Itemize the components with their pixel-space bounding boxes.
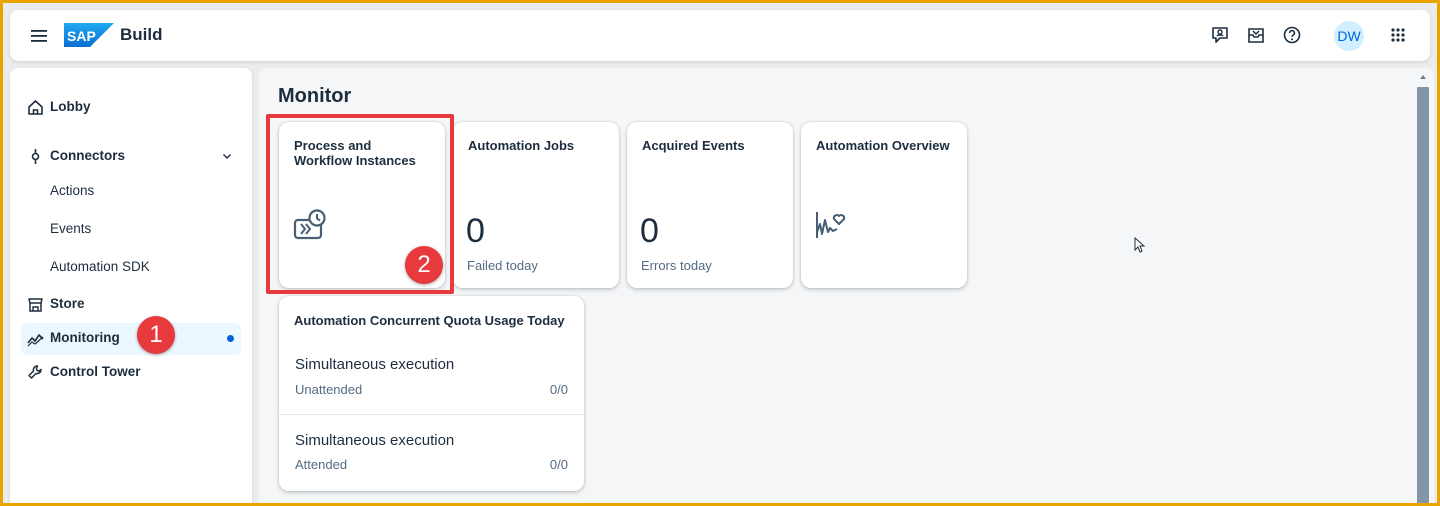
svg-text:SAP: SAP [67,28,96,44]
sidebar-item-label: Monitoring [50,330,120,345]
app-launcher-icon[interactable] [1387,24,1409,46]
sidebar-item-store[interactable]: Store [21,289,241,319]
tile-kpi-value: 0 [466,212,485,250]
sidebar-item-connectors[interactable]: Connectors [21,141,241,171]
tile-footer: Failed today [467,258,538,273]
inbox-icon[interactable] [1245,24,1267,46]
tile-automation-overview[interactable]: Automation Overview [801,122,967,288]
chevron-down-icon[interactable] [221,150,233,162]
quota-row-type: Unattended [295,382,363,397]
tile-automation-jobs[interactable]: Automation Jobs 0 Failed today [453,122,619,288]
sidebar-item-label: Connectors [50,148,126,163]
user-avatar[interactable]: DW [1334,21,1364,51]
scrollbar-thumb[interactable] [1417,87,1429,503]
mouse-cursor-icon [1134,237,1146,253]
tile-acquired-events[interactable]: Acquired Events 0 Errors today [627,122,793,288]
menu-icon[interactable] [28,25,50,47]
shell-header: SAP Build DW [10,10,1430,61]
sidebar-item-label: Control Tower [50,364,141,379]
product-name: Build [120,25,163,44]
sidebar-item-label: Store [50,296,85,311]
help-icon[interactable] [1281,24,1303,46]
store-icon [28,298,43,312]
sidebar-item-label: Lobby [50,99,91,114]
divider [279,414,584,415]
scroll-up-icon[interactable] [1419,73,1427,81]
tile-footer: Errors today [641,258,712,273]
quota-row-type: Attended [295,457,348,472]
sidebar-subitem-actions[interactable]: Actions [50,183,94,198]
quota-row-title: Simultaneous execution [295,356,455,373]
card-quota-usage: Automation Concurrent Quota Usage Today … [279,296,584,491]
sidebar-subitem-events[interactable]: Events [50,221,91,236]
step-badge-2: 2 [405,246,443,284]
sidebar-item-lobby[interactable]: Lobby [21,92,241,122]
feedback-icon[interactable] [1209,24,1231,46]
tile-title: Automation Jobs [468,138,575,153]
app-frame: SAP Build DW Lobby Connectors Actions Ev… [3,3,1437,503]
sap-logo[interactable]: SAP [64,23,114,47]
page-title: Monitor [278,85,352,107]
step-badge-1: 1 [137,316,175,354]
tile-kpi-value: 0 [640,212,659,250]
selection-indicator [227,335,234,342]
quota-row-value: 0/0 [549,382,568,397]
quota-row-title: Simultaneous execution [295,432,455,449]
heart-chart-icon [816,212,846,238]
side-navigation: Lobby Connectors Actions Events Automati… [10,68,252,503]
quota-row-value: 0/0 [549,457,568,472]
sidebar-item-control-tower[interactable]: Control Tower [21,357,241,387]
tile-title: Automation Overview [816,138,950,153]
monitoring-icon [27,334,44,347]
home-icon [28,100,43,115]
sidebar-subitem-automation-sdk[interactable]: Automation SDK [50,259,150,274]
wrench-icon [28,365,42,379]
connector-icon [31,149,40,164]
tile-title: Acquired Events [642,138,745,153]
sidebar-item-monitoring[interactable]: Monitoring [21,323,241,355]
card-title: Automation Concurrent Quota Usage Today [294,313,565,328]
